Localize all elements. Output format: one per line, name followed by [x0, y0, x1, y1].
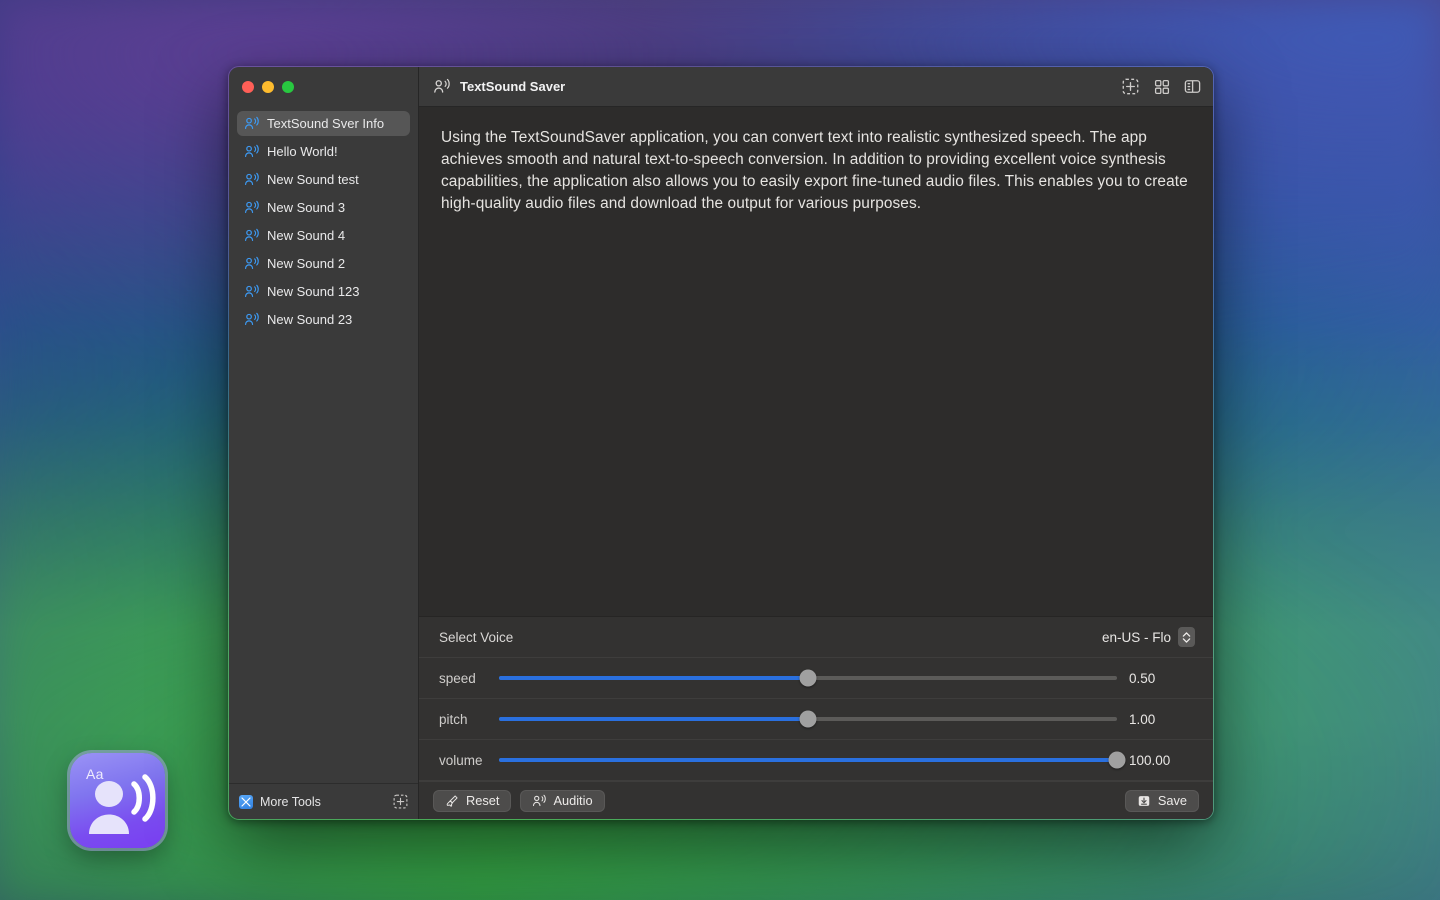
grid-icon: [1154, 79, 1169, 94]
app-icon-badge-text: Aa: [86, 766, 104, 782]
sidebar-item-hello-world[interactable]: Hello World!: [237, 139, 410, 164]
pitch-slider-fill: [499, 717, 808, 721]
save-button-label: Save: [1157, 793, 1187, 808]
sidebar-item-new-sound-23[interactable]: New Sound 23: [237, 307, 410, 332]
audition-button[interactable]: Auditio: [520, 789, 605, 812]
titlebar: TextSound Saver: [419, 67, 1213, 107]
dashed-square-plus-icon[interactable]: [393, 794, 408, 809]
person-speaking-icon: [244, 228, 259, 241]
sidebar-item-label: TextSound Sver Info: [267, 116, 385, 131]
sidebar-item-new-sound-2[interactable]: New Sound 2: [237, 251, 410, 276]
app-window: TextSound Sver Info Hello World! New Sou…: [228, 66, 1214, 820]
person-speaking-icon: [244, 284, 259, 297]
person-speaking-icon: [434, 78, 450, 93]
person-speaking-icon: [244, 116, 259, 129]
more-tools-label[interactable]: More Tools: [260, 795, 386, 809]
speed-slider-thumb[interactable]: [799, 669, 817, 687]
sidebar-item-label: New Sound 4: [267, 228, 346, 243]
sidebar-item-new-sound-123[interactable]: New Sound 123: [237, 279, 410, 304]
volume-slider[interactable]: [499, 751, 1126, 769]
person-speaking-icon: [244, 200, 259, 213]
pitch-label: pitch: [439, 711, 468, 727]
speed-label: speed: [439, 670, 476, 686]
document-body-text: Using the TextSoundSaver application, yo…: [441, 129, 1188, 212]
sidebar: TextSound Sver Info Hello World! New Sou…: [229, 67, 419, 819]
volume-slider-row[interactable]: volume 100.00: [419, 740, 1213, 781]
sidebar-item-label: New Sound 2: [267, 256, 346, 271]
reset-button[interactable]: Reset: [433, 789, 512, 812]
save-download-icon: [1138, 795, 1150, 806]
save-button[interactable]: Save: [1124, 789, 1199, 812]
textsound-saver-app-icon[interactable]: Aa: [70, 753, 165, 848]
controls-panel: Select Voice en-US - Flo speed 0.50 pitc…: [419, 616, 1213, 819]
close-button[interactable]: [242, 81, 254, 93]
volume-value: 100.00: [1129, 752, 1171, 768]
toolbar-buttons: [1122, 78, 1201, 95]
main-panel: TextSound Saver Using the TextSoundSaver…: [419, 67, 1213, 819]
document-area[interactable]: Using the TextSoundSaver application, yo…: [419, 107, 1213, 616]
sidebar-item-new-sound-3[interactable]: New Sound 3: [237, 195, 410, 220]
app-grid-icon: [239, 794, 253, 809]
dashed-square-plus-icon: [1122, 78, 1139, 95]
person-speaking-icon: [89, 774, 156, 834]
traffic-lights: [229, 67, 418, 107]
chevron-up-down-icon[interactable]: [1178, 627, 1195, 647]
add-item-button[interactable]: [1122, 78, 1139, 95]
sidebar-footer: More Tools: [229, 783, 418, 819]
person-speaking-icon: [244, 172, 259, 185]
sidebar-item-label: New Sound 3: [267, 200, 346, 215]
page-title: TextSound Saver: [460, 79, 566, 94]
person-speaking-icon: [533, 794, 547, 806]
sidebar-item-new-sound-test[interactable]: New Sound test: [237, 167, 410, 192]
sidebar-item-new-sound-4[interactable]: New Sound 4: [237, 223, 410, 248]
person-speaking-icon: [244, 256, 259, 269]
person-speaking-icon: [244, 144, 259, 157]
sidebar-icon: [1184, 80, 1201, 93]
maximize-button[interactable]: [282, 81, 294, 93]
sidebar-item-label: Hello World!: [267, 144, 338, 159]
person-speaking-icon: [244, 312, 259, 325]
pitch-slider[interactable]: [499, 710, 1117, 728]
reset-button-label: Reset: [466, 793, 500, 808]
action-bar: Reset Auditio Save: [419, 781, 1213, 819]
sidebar-item-label: New Sound 123: [267, 284, 360, 299]
minimize-button[interactable]: [262, 81, 274, 93]
sidebar-item-label: New Sound test: [267, 172, 359, 187]
volume-label: volume: [439, 752, 483, 768]
select-voice-label: Select Voice: [439, 629, 514, 645]
pitch-slider-row[interactable]: pitch 1.00: [419, 699, 1213, 740]
brush-icon: [446, 795, 458, 807]
sidebar-item-label: New Sound 23: [267, 312, 353, 327]
volume-slider-fill: [499, 758, 1117, 762]
select-voice-value: en-US - Flo: [1101, 629, 1171, 645]
speed-slider-fill: [499, 676, 808, 680]
speed-slider-row[interactable]: speed 0.50: [419, 658, 1213, 699]
pitch-slider-thumb[interactable]: [799, 710, 817, 728]
toggle-sidebar-button[interactable]: [1184, 78, 1201, 95]
volume-slider-thumb[interactable]: [1108, 751, 1126, 769]
sidebar-item-textsound-sver-info[interactable]: TextSound Sver Info: [237, 111, 410, 136]
audition-button-label: Auditio: [553, 793, 593, 808]
speed-slider[interactable]: [499, 669, 1117, 687]
sidebar-list: TextSound Sver Info Hello World! New Sou…: [229, 107, 418, 783]
gallery-view-button[interactable]: [1153, 78, 1170, 95]
pitch-value: 1.00: [1129, 711, 1156, 727]
select-voice-row[interactable]: Select Voice en-US - Flo: [419, 617, 1213, 658]
speed-value: 0.50: [1129, 670, 1156, 686]
